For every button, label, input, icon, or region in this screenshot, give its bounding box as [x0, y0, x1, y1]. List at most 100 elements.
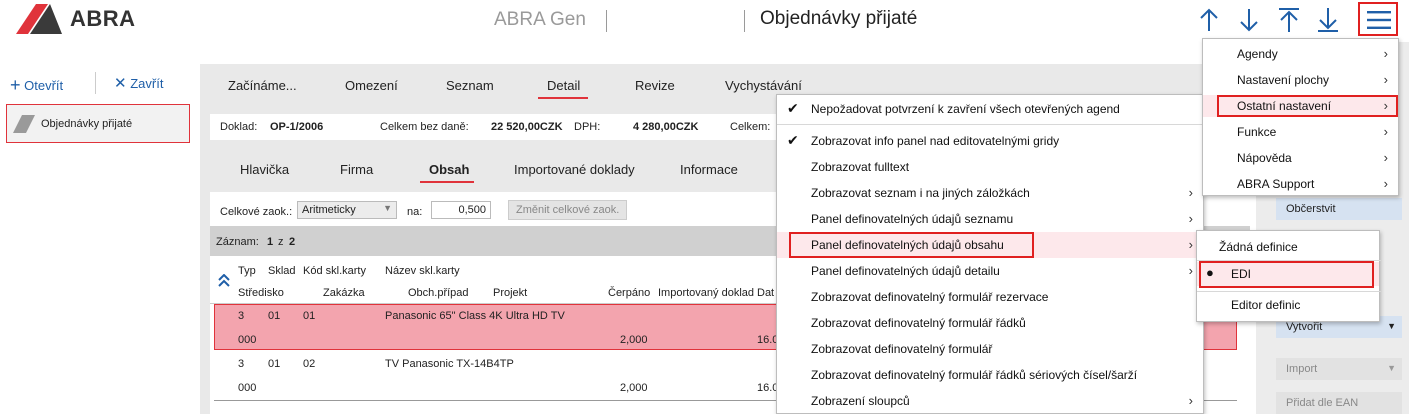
menu-item-abra-support[interactable]: ABRA Support › [1203, 176, 1398, 195]
col-nazev[interactable]: Název skl.karty [385, 265, 460, 277]
menu-item-nastaveni-plochy[interactable]: Nastavení plochy › [1203, 72, 1398, 91]
main-menu: Agendy › Nastavení plochy › Ostatní nast… [1202, 38, 1399, 196]
menu-item-list-on-tabs[interactable]: Zobrazovat seznam i na jiných záložkách … [777, 185, 1203, 204]
menu-item-label: Zobrazovat fulltext [811, 160, 910, 174]
menu-item-form-serial[interactable]: Zobrazovat definovatelný formulář řádků … [777, 368, 1203, 386]
na-label: na: [407, 206, 423, 218]
header-divider [744, 10, 745, 32]
menu-item-panel-detail[interactable]: Panel definovatelných údajů detailu › [777, 263, 1203, 282]
doklad-value: OP-1/2006 [270, 121, 324, 133]
nav-omezeni[interactable]: Omezení [345, 78, 398, 93]
chevron-right-icon: › [1383, 46, 1388, 61]
menu-item-form[interactable]: Zobrazovat definovatelný formulář [777, 342, 1203, 360]
close-icon: ✕ [114, 75, 127, 92]
celkem-label: Celkem: [730, 121, 771, 133]
chevron-right-icon: › [1383, 176, 1388, 191]
agenda-tile-objednavky[interactable]: Objednávky přijaté [6, 104, 190, 143]
app-header: ABRA ABRA Gen Objednávky přijaté [0, 0, 1409, 42]
hamburger-menu-icon [1367, 11, 1391, 29]
menu-item-label: Panel definovatelných údajů seznamu [811, 212, 1014, 226]
col-typ[interactable]: Typ [238, 265, 256, 277]
menu-item-label: Zobrazovat definovatelný formulář řádků … [811, 368, 1138, 382]
nav-seznam[interactable]: Seznam [446, 78, 494, 93]
logo-text: ABRA [70, 6, 136, 31]
tab-informace[interactable]: Informace [680, 162, 738, 177]
menu-item-fulltext[interactable]: Zobrazovat fulltext [777, 160, 1203, 178]
nav-active-indicator [538, 97, 588, 99]
menu-item-panel-list[interactable]: Panel definovatelných údajů seznamu › [777, 211, 1203, 230]
menu-item-no-definition[interactable]: Žádná definice [1197, 240, 1379, 258]
bez-dane-value: 22 520,00CZK [491, 121, 563, 133]
menu-item-label: Zobrazovat info panel nad editovatelnými… [811, 134, 1060, 148]
arrow-bottom-icon[interactable] [1315, 6, 1341, 34]
settings-menu: ✔ Nepožadovat potvrzení k zavření všech … [776, 94, 1205, 414]
record-of: z [278, 236, 284, 248]
nav-revize[interactable]: Revize [635, 78, 675, 93]
record-label: Záznam: [216, 236, 259, 248]
menu-item-label: Zobrazovat seznam i na jiných záložkách [811, 186, 1030, 200]
row2-sklad: 01 [268, 358, 281, 370]
rounding-value: Aritmeticky [302, 204, 356, 216]
agenda-icon [13, 115, 35, 133]
row1-nazev: Panasonic 65" Class 4K Ultra HD TV [385, 310, 565, 322]
arrow-top-icon[interactable] [1276, 6, 1302, 34]
close-button[interactable]: ✕ Zavřít [114, 74, 163, 92]
open-button[interactable]: + Otevřít [10, 74, 63, 95]
import-button[interactable]: Import ▼ [1276, 358, 1402, 380]
change-rounding-button[interactable]: Změnit celkové zaok. [508, 200, 628, 220]
row1-cerpano: 2,000 [620, 334, 648, 346]
dph-value: 4 280,00CZK [633, 121, 699, 133]
chevron-right-icon: › [1383, 72, 1388, 87]
toolbar-divider [95, 72, 96, 94]
refresh-button[interactable]: Občerstvit [1276, 198, 1402, 220]
menu-item-label: Zobrazovat definovatelný formulář [811, 342, 993, 356]
row2-nazev: TV Panasonic TX-14B4TP [385, 358, 514, 370]
arrow-up-icon[interactable] [1196, 6, 1222, 34]
plus-icon: + [10, 75, 21, 95]
col-kod[interactable]: Kód skl.karty [303, 265, 366, 277]
row2-kod: 02 [303, 358, 316, 370]
checkmark-icon: ✔ [787, 132, 799, 148]
rounding-select[interactable]: Aritmeticky ▼ [297, 201, 397, 219]
menu-item-label: Nápověda [1237, 151, 1292, 165]
col-importovany-doklad[interactable]: Importovaný doklad [658, 287, 754, 299]
col-dat[interactable]: Dat [757, 287, 774, 299]
tab-hlavicka[interactable]: Hlavička [240, 162, 289, 177]
nav-zaciname[interactable]: Začínáme... [228, 78, 297, 93]
menu-item-label: Funkce [1237, 125, 1277, 139]
nav-vychystavani[interactable]: Vychystávání [725, 78, 802, 93]
chevron-right-icon: › [1188, 237, 1193, 252]
na-input[interactable]: 0,500 [431, 201, 491, 219]
tab-importovane-doklady[interactable]: Importované doklady [514, 162, 635, 177]
col-stredisko[interactable]: Středisko [238, 287, 284, 299]
menu-item-definition-editor[interactable]: Editor definic [1197, 298, 1379, 316]
menu-item-agendy[interactable]: Agendy › [1203, 46, 1398, 65]
tab-obsah[interactable]: Obsah [429, 162, 469, 177]
menu-item-no-confirm-close[interactable]: ✔ Nepožadovat potvrzení k zavření všech … [777, 100, 1203, 120]
col-projekt[interactable]: Projekt [493, 287, 527, 299]
menu-item-columns[interactable]: Zobrazení sloupců › [777, 393, 1203, 412]
menu-item-form-reservation[interactable]: Zobrazovat definovatelný formulář rezerv… [777, 290, 1203, 308]
col-zakazka[interactable]: Zakázka [323, 287, 365, 299]
arrow-down-icon[interactable] [1236, 6, 1262, 34]
hamburger-menu-button[interactable] [1358, 2, 1398, 36]
menu-item-label: Nastavení plochy [1237, 73, 1330, 87]
menu-item-funkce[interactable]: Funkce › [1203, 124, 1398, 143]
col-cerpano[interactable]: Čerpáno [608, 287, 650, 299]
col-obch-pripad[interactable]: Obch.případ [408, 287, 469, 299]
add-by-ean-button[interactable]: Přidat dle EAN [1276, 392, 1402, 414]
open-label: Otevřít [24, 78, 64, 93]
menu-item-form-rows[interactable]: Zobrazovat definovatelný formulář řádků [777, 316, 1203, 334]
menu-item-label: Zobrazovat definovatelný formulář rezerv… [811, 290, 1049, 304]
menu-separator [777, 124, 1205, 125]
nav-detail[interactable]: Detail [547, 78, 580, 93]
row2-cerpano: 2,000 [620, 382, 648, 394]
abra-logo-icon [16, 4, 62, 34]
menu-item-info-panel[interactable]: ✔ Zobrazovat info panel nad editovatelný… [777, 132, 1203, 152]
menu-item-napoveda[interactable]: Nápověda › [1203, 150, 1398, 169]
col-sklad[interactable]: Sklad [268, 265, 296, 277]
menu-item-label: Zobrazení sloupců [811, 394, 910, 408]
chevron-down-icon: ▼ [1387, 363, 1396, 373]
chevron-down-icon: ▼ [1387, 321, 1396, 331]
tab-firma[interactable]: Firma [340, 162, 373, 177]
